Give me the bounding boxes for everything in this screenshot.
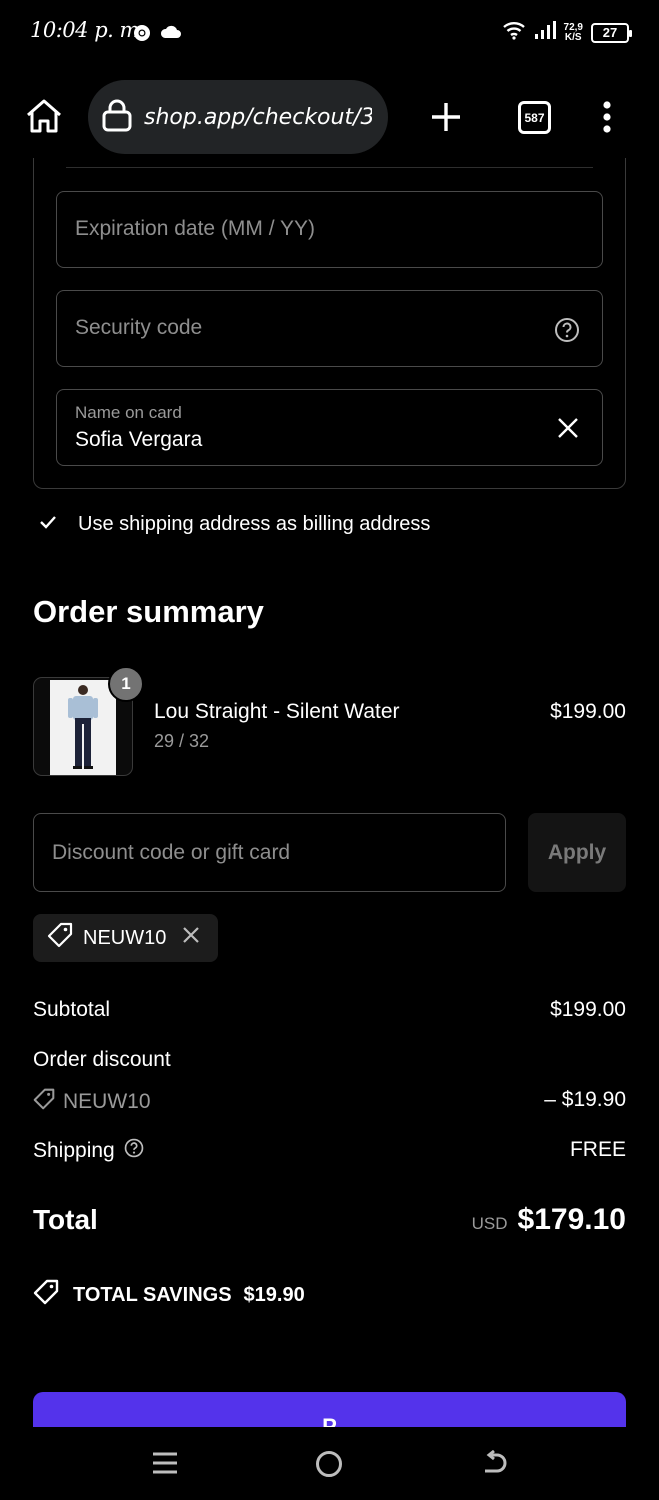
shipping-row: Shipping <box>33 1138 144 1164</box>
help-icon[interactable] <box>124 1138 144 1164</box>
apply-button[interactable]: Apply <box>528 813 626 892</box>
help-icon[interactable] <box>554 317 580 348</box>
total-value: $179.10 <box>517 1203 626 1236</box>
order-summary-heading: Order summary <box>33 594 264 629</box>
tag-icon <box>33 1279 61 1311</box>
home-circle-icon[interactable] <box>315 1450 343 1483</box>
clear-icon[interactable] <box>556 416 580 445</box>
pay-now-button[interactable]: P <box>33 1392 626 1432</box>
remove-code-icon[interactable] <box>182 926 200 950</box>
status-time: 10:04 p. m. <box>30 18 146 42</box>
security-code-field[interactable]: Security code <box>56 290 603 367</box>
recents-menu-icon[interactable] <box>152 1451 178 1480</box>
order-discount-label: Order discount <box>33 1048 171 1071</box>
cloud-icon <box>160 25 182 44</box>
applied-code-text: NEUW10 <box>83 926 167 949</box>
expiration-date-field[interactable]: Expiration date (MM / YY) <box>56 191 603 268</box>
total-savings: TOTAL SAVINGS $19.90 <box>33 1279 305 1311</box>
back-icon[interactable] <box>481 1449 509 1483</box>
checkmark-icon[interactable] <box>38 513 58 536</box>
discount-code-input[interactable]: Discount code or gift card <box>33 813 506 892</box>
shipping-value: FREE <box>569 1138 626 1161</box>
name-on-card-field[interactable]: Name on card Sofia Vergara <box>56 389 603 466</box>
total-label: Total <box>33 1204 98 1235</box>
discount-code-placeholder: Discount code or gift card <box>52 841 291 864</box>
billing-address-checkbox[interactable]: Use shipping address as billing address <box>38 513 430 536</box>
wifi-icon <box>502 20 526 45</box>
status-icons: 72,9 K/S 27 <box>502 20 632 45</box>
subtotal-label: Subtotal <box>33 998 111 1021</box>
product-variant: 29 / 32 <box>154 731 210 751</box>
total-amount: USD $179.10 <box>472 1203 626 1237</box>
net-speed: 72,9 K/S <box>563 21 583 43</box>
subtotal-value: $199.00 <box>550 998 626 1021</box>
more-menu-icon[interactable] <box>602 101 612 138</box>
tab-switcher-button[interactable]: 587 <box>518 101 551 134</box>
chrome-icon <box>133 24 151 47</box>
discount-value: – $19.90 <box>544 1088 626 1111</box>
name-on-card-label: Name on card <box>75 403 182 422</box>
discount-code-text: NEUW10 <box>63 1090 151 1113</box>
url-text[interactable]: shop.app/checkout/3 <box>144 105 372 130</box>
discount-code-row: NEUW10 <box>33 1088 151 1116</box>
home-icon[interactable] <box>24 98 64 139</box>
signal-icon <box>534 20 556 45</box>
battery-indicator: 27 <box>591 22 632 43</box>
applied-discount-chip: NEUW10 <box>33 914 218 962</box>
url-bar[interactable]: shop.app/checkout/3 <box>88 80 388 154</box>
expiration-date-placeholder: Expiration date (MM / YY) <box>75 217 316 240</box>
system-nav-bar <box>0 1427 659 1500</box>
divider <box>66 167 593 168</box>
quantity-badge: 1 <box>108 666 144 702</box>
total-currency: USD <box>471 1214 508 1233</box>
shipping-label: Shipping <box>33 1139 115 1162</box>
billing-label: Use shipping address as billing address <box>78 513 431 535</box>
savings-value: $19.90 <box>243 1283 305 1306</box>
new-tab-icon[interactable] <box>430 101 462 138</box>
name-on-card-value[interactable]: Sofia Vergara <box>75 428 202 452</box>
lock-icon[interactable] <box>102 98 132 137</box>
product-name: Lou Straight - Silent Water <box>154 700 400 723</box>
product-price: $199.00 <box>550 700 626 723</box>
tag-icon <box>33 1088 55 1116</box>
security-code-placeholder: Security code <box>75 316 203 339</box>
savings-label: TOTAL SAVINGS <box>73 1283 232 1306</box>
tag-icon <box>47 922 73 954</box>
